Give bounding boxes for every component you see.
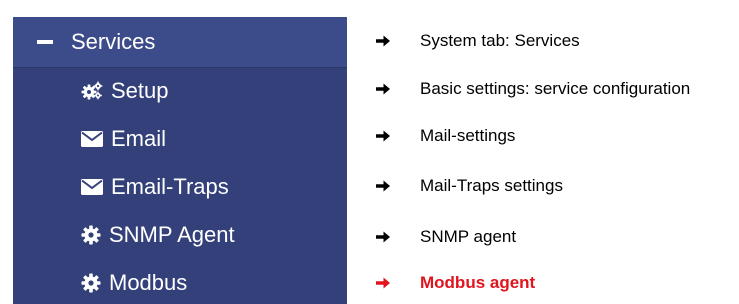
annotation-text: Modbus agent bbox=[420, 273, 536, 292]
annotation-text: Mail-Traps settings bbox=[420, 176, 563, 195]
annotation-text: Mail-settings bbox=[420, 126, 516, 145]
gear-icon bbox=[81, 273, 101, 293]
menu-item-email-traps[interactable]: Email-Traps bbox=[13, 163, 347, 211]
menu-item-label: Email-Traps bbox=[111, 174, 229, 199]
menu-header-services[interactable]: Services bbox=[13, 17, 347, 68]
right-arrow-icon bbox=[376, 277, 420, 289]
menu-item-email[interactable]: Email bbox=[13, 115, 347, 163]
menu-item-snmp-agent[interactable]: SNMP Agent bbox=[13, 211, 347, 259]
annotation-text: SNMP agent bbox=[420, 227, 517, 246]
envelope-icon bbox=[81, 131, 103, 147]
right-arrow-icon bbox=[376, 130, 420, 142]
minus-icon bbox=[37, 40, 53, 44]
right-arrow-icon bbox=[376, 231, 420, 243]
annotation-text: Basic settings: service configuration bbox=[420, 79, 691, 98]
annotation-snmp-agent: SNMP agent bbox=[376, 225, 516, 249]
menu-item-modbus[interactable]: Modbus bbox=[13, 259, 347, 304]
menu-item-label: Setup bbox=[111, 78, 169, 103]
gear-icon bbox=[81, 225, 101, 245]
menu-item-label: SNMP Agent bbox=[109, 222, 235, 247]
right-arrow-icon bbox=[376, 83, 420, 95]
menu-item-setup[interactable]: Setup bbox=[13, 67, 347, 115]
right-arrow-icon bbox=[376, 35, 420, 47]
right-arrow-icon bbox=[376, 180, 420, 192]
gears-icon bbox=[81, 81, 103, 101]
annotation-services: System tab: Services bbox=[376, 29, 580, 53]
menu-item-label: Modbus bbox=[109, 270, 188, 295]
services-menu: Services Setup Email Email-Traps SNMP Ag… bbox=[13, 17, 347, 304]
screenshot-stage: Services Setup Email Email-Traps SNMP Ag… bbox=[0, 0, 739, 304]
menu-header-label: Services bbox=[71, 29, 156, 54]
menu-item-label: Email bbox=[111, 126, 167, 151]
annotation-email: Mail-settings bbox=[376, 124, 515, 148]
annotation-modbus: Modbus agent bbox=[376, 271, 535, 295]
annotation-email-traps: Mail-Traps settings bbox=[376, 174, 563, 198]
annotation-setup: Basic settings: service configuration bbox=[376, 77, 690, 101]
annotation-text: System tab: Services bbox=[420, 31, 580, 50]
envelope-icon bbox=[81, 179, 103, 195]
